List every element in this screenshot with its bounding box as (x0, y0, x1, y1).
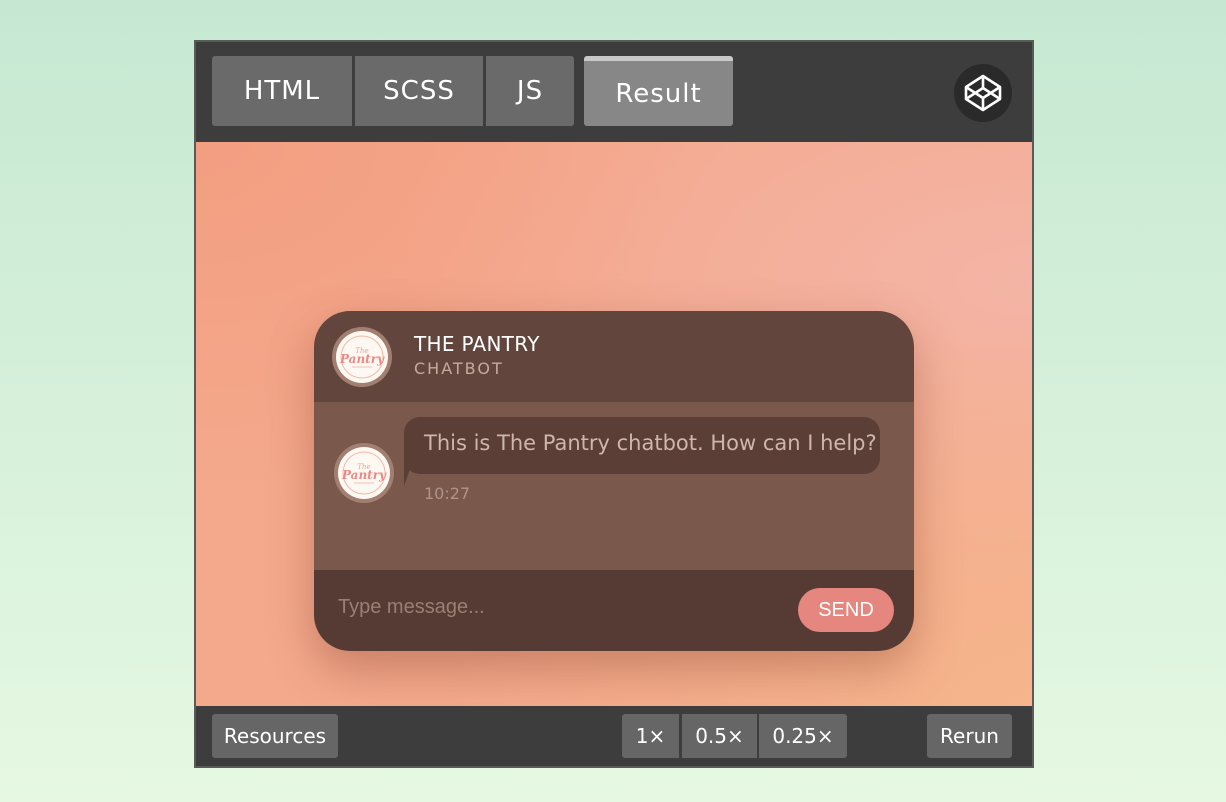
resources-button[interactable]: Resources (212, 714, 338, 758)
tab-result[interactable]: Result (584, 56, 733, 126)
message-bubble: This is The Pantry chatbot. How can I he… (404, 417, 880, 474)
pantry-logo-icon: The Pantry (338, 447, 390, 499)
chat-footer: SEND (314, 570, 914, 651)
chat-title: THE PANTRY (414, 332, 540, 356)
pantry-logo-icon: The Pantry (336, 331, 388, 383)
zoom-0-5x-button[interactable]: 0.5× (682, 714, 757, 758)
result-pane: The Pantry THE PANTRY CHATBOT The Pantry… (196, 142, 1032, 706)
bottom-toolbar: Resources 1× 0.5× 0.25× Rerun (196, 706, 1032, 766)
tab-js[interactable]: JS (486, 56, 574, 126)
message-timestamp: 10:27 (424, 484, 471, 503)
chat-subtitle: CHATBOT (414, 359, 504, 378)
tab-scss[interactable]: SCSS (355, 56, 483, 126)
message-list: The Pantry This is The Pantry chatbot. H… (314, 402, 914, 570)
chat-widget: The Pantry THE PANTRY CHATBOT The Pantry… (314, 311, 914, 651)
avatar: The Pantry (334, 443, 394, 503)
svg-text:Pantry: Pantry (341, 468, 387, 482)
svg-text:Pantry: Pantry (339, 352, 385, 366)
zoom-1x-button[interactable]: 1× (622, 714, 679, 758)
avatar: The Pantry (332, 327, 392, 387)
zoom-0-25x-button[interactable]: 0.25× (759, 714, 847, 758)
codepen-icon[interactable] (954, 64, 1012, 122)
chat-header: The Pantry THE PANTRY CHATBOT (314, 311, 914, 402)
editor-tabs-bar: HTML SCSS JS Result (196, 42, 1032, 142)
tab-html[interactable]: HTML (212, 56, 352, 126)
codepen-embed: HTML SCSS JS Result The Pantry THE PANTR… (194, 40, 1034, 768)
send-button[interactable]: SEND (798, 588, 894, 632)
rerun-button[interactable]: Rerun (927, 714, 1012, 758)
message-input[interactable] (328, 586, 788, 628)
